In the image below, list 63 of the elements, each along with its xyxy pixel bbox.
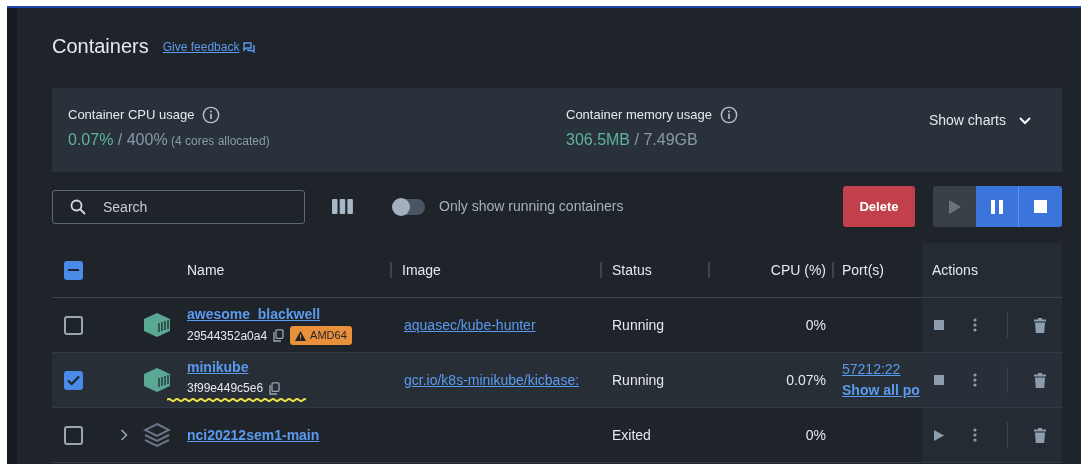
cpu-value: 0.07% — [786, 370, 826, 390]
trash-icon[interactable] — [1034, 427, 1046, 443]
trash-icon[interactable] — [1034, 317, 1046, 333]
play-icon — [948, 199, 961, 214]
info-icon[interactable] — [202, 106, 221, 124]
container-name-link[interactable]: awesome_blackwell — [187, 305, 400, 324]
pause-button[interactable] — [976, 186, 1019, 227]
table-row[interactable]: nci20212sem1-main Exited 0% — [52, 408, 1062, 463]
delete-button[interactable]: Delete — [843, 186, 915, 227]
stat-label: Container memory usage — [566, 106, 712, 125]
status-text: Running — [612, 316, 665, 333]
architecture-badge: AMD64 — [290, 326, 352, 345]
port-link[interactable]: 57212:22 — [842, 359, 922, 380]
column-header[interactable]: Image — [402, 259, 441, 281]
container-icon — [143, 312, 171, 338]
feedback-link[interactable]: Give feedback — [162, 38, 256, 56]
trash-icon[interactable] — [1034, 372, 1046, 388]
container-icon — [143, 367, 171, 393]
toggle-switch[interactable] — [393, 198, 425, 215]
column-header[interactable]: Name — [187, 259, 225, 281]
show-charts-button[interactable]: Show charts — [928, 110, 1032, 131]
chat-icon — [243, 41, 256, 53]
copy-icon[interactable] — [269, 381, 281, 395]
container-name-link[interactable]: minikube — [187, 358, 400, 376]
cpu-value: 0% — [805, 315, 826, 335]
stat-label: Container CPU usage — [68, 106, 195, 125]
toggle-label: Only show running containers — [439, 197, 624, 216]
play-icon[interactable] — [934, 429, 944, 441]
info-icon[interactable] — [719, 106, 738, 124]
column-header[interactable]: Status — [612, 259, 652, 281]
column-header[interactable]: CPU (%) — [770, 259, 826, 281]
image-link[interactable]: aquasec/kube-hunter — [404, 316, 536, 333]
show-ports-link[interactable]: Show all po — [842, 380, 922, 401]
checkbox[interactable] — [64, 370, 83, 390]
stop-button[interactable] — [1019, 186, 1062, 227]
layers-icon — [143, 422, 171, 448]
column-header: Actions — [932, 261, 978, 278]
container-id: 3f99e449c5e6 — [187, 380, 264, 397]
pause-icon — [991, 199, 1003, 214]
more-icon[interactable] — [973, 318, 977, 332]
stop-icon — [1034, 200, 1047, 213]
status-text: Exited — [612, 426, 651, 443]
more-icon[interactable] — [973, 428, 977, 442]
status-text: Running — [612, 371, 665, 388]
stat-value: 306.5MB / 7.49GB — [566, 130, 699, 150]
container-id: 29544352a0a4 — [187, 327, 268, 345]
columns-icon[interactable] — [332, 199, 353, 214]
checkbox[interactable] — [64, 315, 83, 335]
copy-icon[interactable] — [273, 329, 285, 342]
checkbox[interactable] — [64, 260, 83, 280]
chevron-icon[interactable] — [120, 429, 128, 441]
container-name-link[interactable]: nci20212sem1-main — [187, 426, 400, 444]
search-icon — [70, 198, 86, 215]
stat-value: 0.07% / 400% (4 cores allocated) — [68, 130, 271, 150]
search-field[interactable]: Search — [52, 189, 305, 224]
chevron-icon — [1018, 115, 1032, 126]
page-title: Containers — [52, 36, 149, 56]
more-icon[interactable] — [973, 373, 977, 387]
cpu-value: 0% — [805, 425, 826, 445]
column-header[interactable]: Port(s) — [842, 259, 884, 281]
table-row[interactable]: minikube 3f99e449c5e6 gcr.io/k8s-minikube/kicbase: Running 0.07% 57212:22 Show all po — [52, 353, 1062, 408]
checkbox[interactable] — [64, 425, 83, 445]
image-link[interactable]: gcr.io/k8s-minikube/kicbase: — [404, 371, 580, 388]
